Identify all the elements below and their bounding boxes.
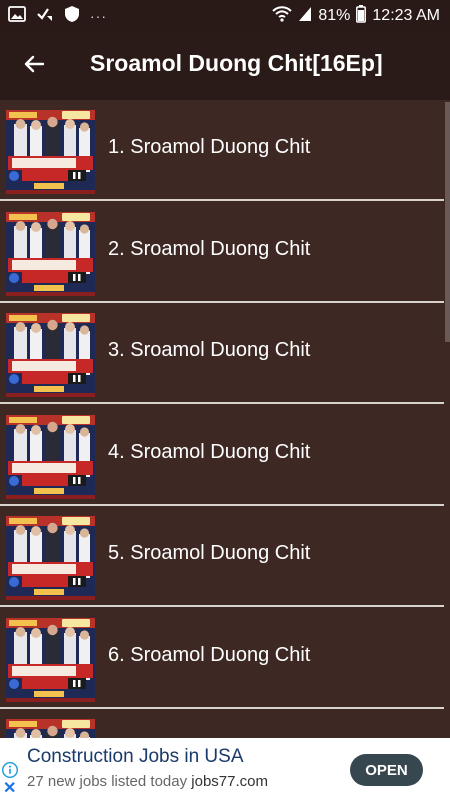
ad-banner[interactable]: ✕ Construction Jobs in USA 27 new jobs l… bbox=[0, 738, 450, 800]
episode-thumbnail bbox=[6, 211, 95, 296]
episode-thumbnail bbox=[6, 110, 95, 194]
download-check-icon bbox=[36, 5, 54, 28]
clock: 12:23 AM bbox=[372, 7, 440, 24]
close-icon[interactable]: ✕ bbox=[3, 781, 16, 797]
episode-thumbnail bbox=[6, 516, 95, 600]
ad-subtitle-text: 27 new jobs listed today bbox=[27, 773, 188, 790]
episode-thumbnail bbox=[6, 313, 95, 397]
ad-domain: jobs77.com bbox=[191, 773, 268, 790]
arrow-left-icon bbox=[22, 52, 46, 81]
ad-subtitle: 27 new jobs listed today jobs77.com bbox=[27, 773, 268, 790]
more-notifications-icon: ··· bbox=[90, 8, 107, 24]
app-bar: Sroamol Duong Chit[16Ep] bbox=[0, 32, 450, 100]
shield-icon bbox=[64, 5, 80, 28]
episode-thumbnail bbox=[6, 617, 95, 702]
episode-list[interactable]: 1. Sroamol Duong Chit 2. Sroamol Duong C… bbox=[0, 100, 450, 738]
list-item[interactable]: 5. Sroamol Duong Chit bbox=[0, 506, 444, 607]
episode-title: 6. Sroamol Duong Chit bbox=[108, 643, 311, 666]
list-item[interactable]: 1. Sroamol Duong Chit bbox=[0, 100, 444, 201]
episode-thumbnail bbox=[6, 414, 95, 499]
status-icons-right: 81% 12:23 AM bbox=[272, 4, 440, 28]
scrollbar-thumb[interactable] bbox=[445, 102, 450, 342]
signal-icon bbox=[298, 6, 312, 27]
scrollbar[interactable] bbox=[444, 100, 450, 738]
gallery-icon bbox=[8, 5, 26, 27]
status-icons-left: ··· bbox=[8, 5, 107, 28]
battery-icon bbox=[356, 4, 367, 28]
list-item[interactable]: 3. Sroamol Duong Chit bbox=[0, 303, 444, 404]
battery-percent: 81% bbox=[318, 7, 351, 24]
page-title: Sroamol Duong Chit[16Ep] bbox=[90, 50, 383, 76]
back-button[interactable] bbox=[14, 46, 54, 86]
episode-title: 1. Sroamol Duong Chit bbox=[108, 136, 311, 158]
list-item[interactable]: 2. Sroamol Duong Chit bbox=[0, 202, 444, 303]
episode-title: 3. Sroamol Duong Chit bbox=[108, 339, 311, 361]
episode-title: 2. Sroamol Duong Chit bbox=[108, 237, 311, 260]
wifi-icon bbox=[272, 5, 293, 27]
episode-thumbnail bbox=[6, 719, 95, 738]
list-item[interactable]: 6. Sroamol Duong Chit bbox=[0, 608, 444, 709]
list-item[interactable]: 7. Sroamol Duong Chit bbox=[0, 709, 444, 738]
episode-title: 4. Sroamol Duong Chit bbox=[108, 440, 311, 463]
info-icon[interactable] bbox=[1, 761, 19, 779]
list-item[interactable]: 4. Sroamol Duong Chit bbox=[0, 405, 444, 506]
status-bar: ··· 81% 12:23 AM bbox=[0, 0, 450, 32]
episode-title: 5. Sroamol Duong Chit bbox=[108, 542, 311, 564]
ad-open-button[interactable]: OPEN bbox=[350, 754, 423, 786]
ad-title[interactable]: Construction Jobs in USA bbox=[27, 746, 244, 768]
